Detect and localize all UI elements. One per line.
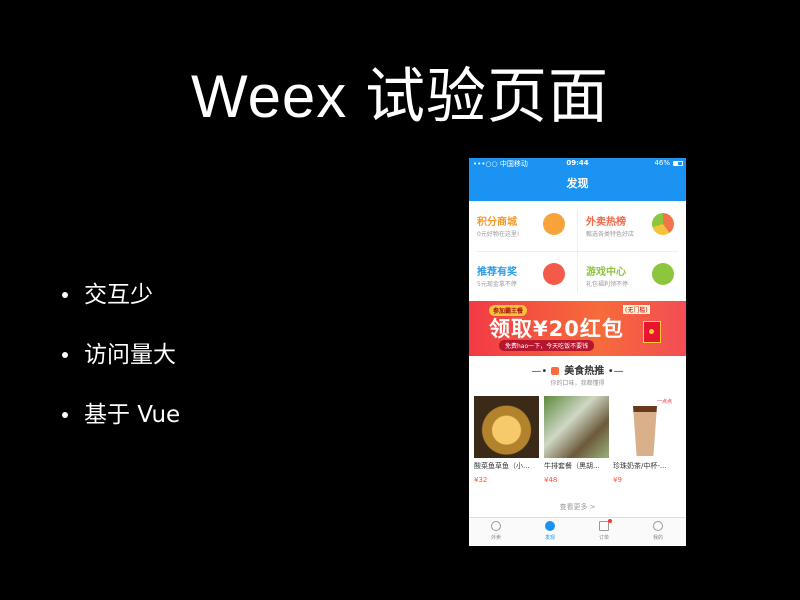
tab-profile[interactable]: 我的 <box>631 521 685 541</box>
food-price: ¥9 <box>613 476 622 484</box>
grid-item-title: 推荐有奖 <box>477 267 517 278</box>
brand-logo: 一点点 <box>656 399 672 405</box>
grid-item-referral[interactable]: 推荐有奖 5元现金拿不停 <box>469 251 577 301</box>
promo-banner[interactable]: 参加霸王餐 (无门槛) 领取¥20红包 免费hao一下，今天吃饭不要钱 <box>469 301 686 356</box>
grid-item-points-mall[interactable]: 积分商城 0元好物在这里! <box>469 201 577 251</box>
banner-tag-no-threshold: (无门槛) <box>623 305 650 314</box>
food-name: 酸菜鱼草鱼（小... <box>474 462 530 470</box>
feature-grid: 积分商城 0元好物在这里! 外卖热榜 甄选各类特色好店 推荐有奖 5元现金拿不停… <box>469 201 686 302</box>
grid-item-game-center[interactable]: 游戏中心 礼包福利领不停 <box>578 251 686 301</box>
game-icon <box>652 263 674 285</box>
milk-tea-cup <box>633 406 657 456</box>
tab-label: 外卖 <box>490 535 501 541</box>
food-item[interactable]: 一点点 珍珠奶茶/中杯-... ¥9 <box>613 396 678 484</box>
status-bar: •••○○ 中国移动 09:44 46% <box>469 158 686 170</box>
food-name: 牛排套餐（黑胡... <box>544 462 600 470</box>
bullet-item: 交互少 <box>62 280 180 340</box>
food-list: 酸菜鱼草鱼（小... ¥32 牛排套餐（黑胡... ¥48 一点点 珍珠奶茶/中… <box>474 396 684 484</box>
tab-orders[interactable]: 订单 <box>577 519 631 541</box>
tab-bar: 外卖 发现 订单 我的 <box>469 517 686 546</box>
food-name: 珍珠奶茶/中杯-... <box>613 462 667 470</box>
red-envelope-icon <box>643 321 661 343</box>
grid-item-title: 外卖热榜 <box>586 217 626 228</box>
phone-screenshot: •••○○ 中国移动 09:44 46% 发现 积分商城 0元好物在这里! 外卖… <box>469 158 686 546</box>
thumbs-up-icon <box>550 367 559 375</box>
battery-percent: 46% <box>654 159 670 167</box>
food-image <box>544 396 609 458</box>
grid-item-subtitle: 5元现金拿不停 <box>477 281 517 288</box>
status-time: 09:44 <box>566 159 589 167</box>
food-item[interactable]: 酸菜鱼草鱼（小... ¥32 <box>474 396 539 484</box>
tab-label: 发现 <box>544 535 555 541</box>
gift-icon <box>543 213 565 235</box>
banner-headline: 领取¥20红包 <box>489 317 624 341</box>
takeout-icon <box>491 521 501 531</box>
see-more-link[interactable]: 查看更多 > <box>469 502 686 512</box>
section-subtitle: 你的口味，我都懂得 <box>550 380 605 387</box>
nav-title: 发现 <box>469 170 686 201</box>
battery-icon <box>673 161 683 166</box>
slide-title: Weex 试验页面 <box>191 63 609 130</box>
order-icon <box>599 519 612 531</box>
food-price: ¥32 <box>474 476 488 484</box>
grid-item-subtitle: 礼包福利领不停 <box>586 281 629 288</box>
notification-dot <box>608 519 612 523</box>
grid-item-title: 游戏中心 <box>586 267 626 278</box>
grid-item-hot-list[interactable]: 外卖热榜 甄选各类特色好店 <box>578 201 686 251</box>
tab-label: 我的 <box>652 535 663 541</box>
tab-takeout[interactable]: 外卖 <box>469 521 523 541</box>
grid-item-subtitle: 甄选各类特色好店 <box>586 231 635 238</box>
banner-subtitle: 免费hao一下，今天吃饭不要钱 <box>499 340 595 351</box>
section-title: 美食热推 <box>564 366 605 377</box>
grid-item-title: 积分商城 <box>477 217 517 228</box>
profile-icon <box>653 521 663 531</box>
pie-chart-icon <box>652 213 674 235</box>
food-image: 一点点 <box>613 396 678 458</box>
tab-label: 订单 <box>598 535 609 541</box>
bullet-item: 基于 Vue <box>62 400 180 460</box>
present-icon <box>543 263 565 285</box>
food-image <box>474 396 539 458</box>
food-item[interactable]: 牛排套餐（黑胡... ¥48 <box>544 396 609 484</box>
grid-item-subtitle: 0元好物在这里! <box>477 231 520 238</box>
food-price: ¥48 <box>544 476 558 484</box>
section-header: —• 美食热推 •— 你的口味，我都懂得 <box>469 362 686 387</box>
bullet-item: 访问量大 <box>62 340 180 400</box>
bullet-list: 交互少 访问量大 基于 Vue <box>62 280 180 460</box>
compass-icon <box>545 521 555 531</box>
tab-discover[interactable]: 发现 <box>523 521 577 541</box>
